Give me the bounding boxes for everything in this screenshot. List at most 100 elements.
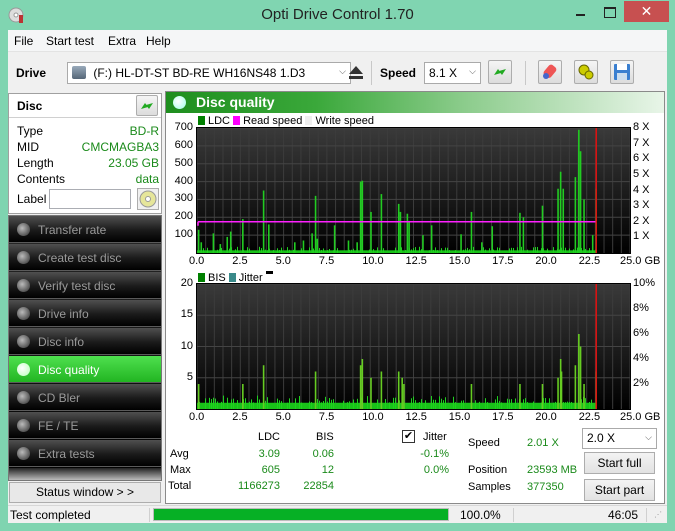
jitter-checkbox[interactable]: ✔ — [402, 430, 415, 443]
nav-item-label: Transfer rate — [38, 223, 107, 237]
y2-tick-label: 7 X — [633, 136, 650, 149]
x-tick-label: 22.5 — [578, 255, 601, 267]
noise-bar — [323, 401, 324, 409]
menu-extra[interactable]: Extra — [108, 34, 136, 48]
nav-item-fe-te[interactable]: FE / TE — [9, 412, 161, 439]
noise-bar — [553, 247, 554, 253]
resize-grip-icon[interactable]: ⋰ — [654, 510, 662, 519]
x-tick-label: 5.0 — [275, 255, 291, 267]
settings-button[interactable] — [574, 60, 598, 84]
noise-bar — [433, 399, 434, 409]
noise-bar — [507, 398, 508, 409]
legend-write-speed: Write speed — [305, 115, 374, 127]
noise-bar — [567, 401, 568, 409]
nav-item-drive-info[interactable]: Drive info — [9, 300, 161, 327]
label-disc-button[interactable] — [137, 188, 159, 210]
data-bar — [359, 365, 362, 409]
nav-item-extra-tests[interactable]: Extra tests — [9, 440, 161, 467]
nav-item-create-test-disc[interactable]: Create test disc — [9, 244, 161, 271]
speed-stat-value: 2.01 X — [527, 437, 559, 449]
y-tick-label: 200 — [174, 210, 193, 223]
erase-button[interactable] — [538, 60, 562, 84]
noise-bar — [223, 395, 224, 409]
data-bar — [361, 359, 364, 409]
nav-item-disc-info[interactable]: Disc info — [9, 328, 161, 355]
disc-row-value: 23.05 GB — [108, 156, 159, 170]
start-part-button[interactable]: Start part — [584, 479, 655, 501]
position-value: 23593 MB — [527, 464, 578, 476]
noise-bar — [205, 398, 206, 409]
disc-refresh-button[interactable] — [136, 95, 158, 116]
noise-bar — [497, 247, 498, 253]
noise-bar — [279, 400, 280, 409]
bis-chart — [196, 283, 631, 410]
close-icon: ✕ — [640, 3, 653, 19]
nav-item-cd-bler[interactable]: CD Bler — [9, 384, 161, 411]
disc-icon — [17, 363, 30, 376]
noise-bar — [267, 397, 268, 409]
close-button[interactable]: ✕ — [624, 1, 669, 22]
noise-bar — [449, 250, 450, 253]
menu-start-test[interactable]: Start test — [46, 34, 94, 48]
noise-bar — [467, 247, 468, 253]
data-bar — [397, 371, 400, 409]
data-bar — [314, 195, 317, 253]
noise-bar — [217, 401, 218, 409]
noise-bar — [357, 398, 358, 409]
status-window-button[interactable]: Status window > > — [9, 482, 161, 503]
stats-col-jitter: Jitter — [423, 431, 447, 443]
data-bar — [359, 181, 362, 253]
data-bar — [370, 377, 372, 409]
noise-bar — [533, 401, 534, 409]
data-bar — [574, 365, 577, 409]
noise-bar — [301, 248, 302, 253]
x-tick-label: 25.0 GB — [620, 411, 661, 423]
y2-tick-label: 4% — [633, 352, 649, 364]
nav-item-transfer-rate[interactable]: Transfer rate — [9, 216, 161, 243]
refresh-button[interactable] — [488, 60, 512, 84]
noise-bar — [511, 247, 512, 253]
test-speed-select[interactable]: 2.0 X ⌵ — [582, 428, 657, 449]
data-bar — [397, 203, 400, 253]
noise-bar — [533, 247, 534, 253]
data-bar — [200, 242, 203, 253]
eject-button[interactable] — [345, 61, 367, 85]
noise-bar — [515, 398, 516, 409]
eject-icon — [349, 66, 363, 79]
noise-bar — [563, 402, 564, 409]
data-bar — [583, 384, 585, 409]
drive-select[interactable]: (F:) HL-DT-ST BD-RE WH16NS48 1.D3 ⌵ — [67, 62, 351, 84]
menu-help[interactable]: Help — [146, 34, 171, 48]
y2-tick-label: 2 X — [633, 214, 650, 227]
x-tick-label: 20.0 — [535, 255, 557, 267]
noise-bar — [497, 396, 498, 409]
start-full-button[interactable]: Start full — [584, 452, 655, 474]
data-bar — [262, 365, 265, 409]
noise-bar — [463, 249, 464, 253]
nav-item-label: CD Bler — [38, 391, 81, 405]
data-bar — [491, 226, 494, 253]
noise-bar — [301, 402, 302, 409]
data-bar — [314, 371, 317, 409]
noise-bar — [429, 250, 430, 253]
noise-bar — [445, 247, 446, 253]
settings-icon — [578, 64, 594, 80]
noise-bar — [473, 246, 474, 253]
maximize-button[interactable] — [596, 2, 624, 22]
nav-item-verify-test-disc[interactable]: Verify test disc — [9, 272, 161, 299]
noise-bar — [463, 400, 464, 409]
save-button[interactable] — [610, 60, 634, 84]
data-bar — [356, 242, 358, 253]
disc-info-panel: Disc Type BD-R MID CMCMAGBA3 Length 23.05 G… — [8, 93, 162, 214]
data-bar — [406, 213, 409, 253]
minimize-button[interactable] — [567, 2, 595, 22]
nav-item-disc-quality[interactable]: Disc quality — [9, 356, 161, 383]
label-input[interactable] — [49, 189, 131, 209]
x-tick-label: 25.0 GB — [620, 255, 661, 267]
menu-file[interactable]: File — [14, 34, 33, 48]
speed-select[interactable]: 8.1 X ⌵ — [424, 62, 481, 84]
noise-bar — [589, 401, 590, 409]
disc-icon — [17, 279, 30, 292]
noise-bar — [277, 398, 278, 409]
y-tick-label: 300 — [174, 192, 193, 205]
